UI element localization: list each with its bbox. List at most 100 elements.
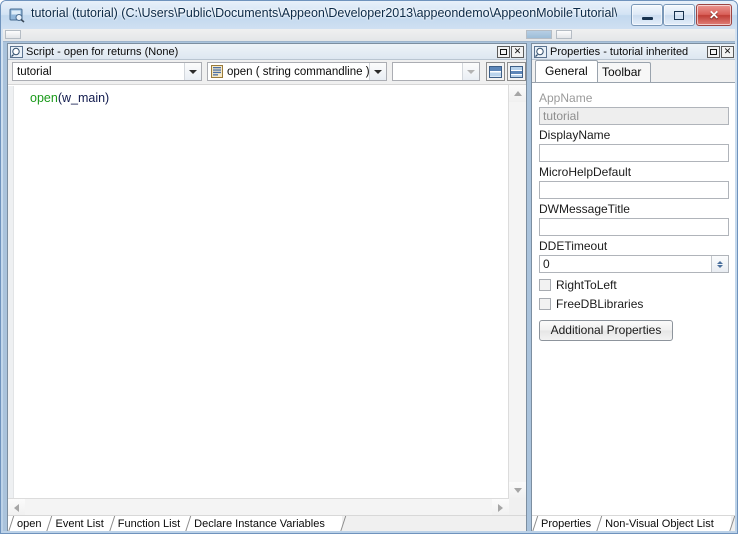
split-pane-horizontal-button[interactable] bbox=[507, 62, 526, 81]
scroll-nub-middle[interactable] bbox=[526, 30, 552, 39]
split-pane-vertical-icon bbox=[489, 65, 502, 78]
ddetimeout-label: DDETimeout bbox=[539, 239, 608, 253]
maximize-button[interactable] bbox=[663, 4, 695, 26]
righttoleft-checkbox-row[interactable]: RightToLeft bbox=[539, 278, 729, 292]
appname-label: AppName bbox=[539, 91, 593, 105]
window-title: tutorial (tutorial) (C:\Users\Public\Doc… bbox=[31, 6, 617, 20]
script-maximize-button[interactable] bbox=[497, 45, 510, 58]
triangle-down-icon bbox=[513, 488, 522, 493]
maximize-icon bbox=[674, 10, 684, 20]
properties-bottom-tabs: Properties Non-Visual Object List bbox=[532, 515, 735, 531]
properties-window-title: Properties - tutorial inherited bbox=[550, 45, 689, 58]
tab-label: Properties bbox=[541, 518, 592, 530]
triangle-left-icon bbox=[14, 503, 19, 512]
event-combo-value: open ( string commandline ) ret bbox=[227, 65, 369, 78]
appname-field: tutorial bbox=[539, 107, 729, 125]
tabstrip-end bbox=[329, 516, 342, 531]
freedblibraries-label: FreeDBLibraries bbox=[556, 297, 644, 311]
event-combo[interactable]: open ( string commandline ) ret bbox=[207, 62, 387, 81]
editor-vertical-scrollbar[interactable] bbox=[508, 85, 526, 499]
script-icon bbox=[10, 45, 23, 58]
application-icon bbox=[9, 7, 25, 23]
spinner-up-icon[interactable] bbox=[717, 260, 723, 264]
event-icon bbox=[211, 65, 223, 78]
freedblibraries-checkbox[interactable] bbox=[539, 298, 551, 310]
code-editor[interactable]: open(w_main) bbox=[8, 85, 509, 499]
close-button[interactable]: ✕ bbox=[696, 4, 732, 26]
dwmessagetitle-field[interactable] bbox=[539, 218, 729, 236]
script-window: Script - open for returns (None) ✕ tutor… bbox=[7, 43, 527, 531]
properties-form: AppName tutorial DisplayName MicroHelpDe… bbox=[532, 82, 735, 516]
title-bar: tutorial (tutorial) (C:\Users\Public\Doc… bbox=[1, 1, 737, 29]
code-keyword: open bbox=[30, 91, 58, 105]
editor-gutter bbox=[8, 86, 14, 499]
scroll-up-button[interactable] bbox=[509, 85, 526, 102]
tab-event-list[interactable]: Event List bbox=[46, 516, 110, 531]
close-icon: ✕ bbox=[513, 46, 522, 56]
microhelpdefault-label: MicroHelpDefault bbox=[539, 165, 632, 179]
chevron-down-icon[interactable] bbox=[369, 63, 386, 80]
ddetimeout-stepper[interactable]: 0 bbox=[539, 255, 729, 273]
spinner-buttons[interactable] bbox=[711, 256, 728, 272]
third-combo[interactable] bbox=[392, 62, 480, 81]
script-window-title: Script - open for returns (None) bbox=[26, 45, 179, 58]
dwmessagetitle-label: DWMessageTitle bbox=[539, 202, 630, 216]
additional-properties-button[interactable]: Additional Properties bbox=[539, 320, 673, 341]
tab-label: General bbox=[545, 64, 588, 78]
object-combo-value: tutorial bbox=[17, 65, 52, 78]
code-line: open(w_main) bbox=[30, 91, 507, 106]
microhelpdefault-field[interactable] bbox=[539, 181, 729, 199]
chevron-down-icon[interactable] bbox=[462, 63, 479, 80]
scroll-nub-right[interactable] bbox=[556, 30, 572, 39]
mdi-top-scroll-band[interactable] bbox=[3, 29, 735, 42]
righttoleft-label: RightToLeft bbox=[556, 278, 617, 292]
tab-open[interactable]: open bbox=[8, 516, 48, 531]
tab-declare-instance-variables[interactable]: Declare Instance Variables bbox=[185, 516, 331, 531]
properties-window-buttons: ✕ bbox=[706, 45, 734, 58]
script-window-titlebar: Script - open for returns (None) ✕ bbox=[8, 44, 526, 60]
script-bottom-tabs: open Event List Function List Declare In… bbox=[8, 515, 526, 531]
minimize-icon bbox=[641, 17, 653, 20]
righttoleft-checkbox[interactable] bbox=[539, 279, 551, 291]
mdi-client-area: Script - open for returns (None) ✕ tutor… bbox=[3, 29, 735, 531]
tabstrip-end bbox=[718, 516, 731, 531]
maximize-icon bbox=[710, 48, 717, 55]
tab-general[interactable]: General bbox=[535, 60, 598, 82]
tab-toolbar[interactable]: Toolbar bbox=[592, 62, 652, 82]
minimize-button[interactable] bbox=[631, 4, 663, 26]
displayname-field[interactable] bbox=[539, 144, 729, 162]
application-window: tutorial (tutorial) (C:\Users\Public\Doc… bbox=[0, 0, 738, 534]
properties-icon bbox=[534, 45, 547, 58]
freedblibraries-checkbox-row[interactable]: FreeDBLibraries bbox=[539, 297, 729, 311]
tab-label: Function List bbox=[117, 518, 181, 530]
tab-properties[interactable]: Properties bbox=[532, 516, 598, 531]
editor-horizontal-scrollbar[interactable] bbox=[8, 498, 509, 516]
script-window-buttons: ✕ bbox=[496, 45, 524, 58]
scroll-right-button[interactable] bbox=[492, 499, 509, 516]
close-icon: ✕ bbox=[723, 46, 732, 56]
code-rest: (w_main) bbox=[57, 91, 110, 105]
tab-non-visual-object-list[interactable]: Non-Visual Object List bbox=[596, 516, 720, 531]
tab-label: Declare Instance Variables bbox=[194, 518, 325, 530]
script-toolbar: tutorial open ( string commandline ) bbox=[8, 60, 526, 85]
displayname-label: DisplayName bbox=[539, 128, 611, 142]
scroll-down-button[interactable] bbox=[509, 482, 526, 499]
properties-close-button[interactable]: ✕ bbox=[721, 45, 734, 58]
scrollbar-corner bbox=[509, 499, 526, 516]
scroll-left-button[interactable] bbox=[8, 499, 25, 516]
split-pane-vertical-button[interactable] bbox=[486, 62, 505, 81]
tab-function-list[interactable]: Function List bbox=[108, 516, 187, 531]
spinner-down-icon[interactable] bbox=[717, 264, 723, 268]
split-pane-horizontal-icon bbox=[510, 65, 523, 78]
properties-maximize-button[interactable] bbox=[707, 45, 720, 58]
script-close-button[interactable]: ✕ bbox=[511, 45, 524, 58]
tab-label: Event List bbox=[55, 518, 104, 530]
chevron-down-icon[interactable] bbox=[184, 63, 201, 80]
properties-window: Properties - tutorial inherited ✕ Genera… bbox=[531, 43, 735, 531]
scroll-nub-left[interactable] bbox=[5, 30, 21, 39]
object-combo[interactable]: tutorial bbox=[12, 62, 202, 81]
tab-label: Non-Visual Object List bbox=[605, 518, 714, 530]
close-icon: ✕ bbox=[708, 8, 720, 22]
ddetimeout-field[interactable]: 0 bbox=[539, 255, 729, 273]
properties-window-titlebar: Properties - tutorial inherited ✕ bbox=[532, 44, 735, 60]
